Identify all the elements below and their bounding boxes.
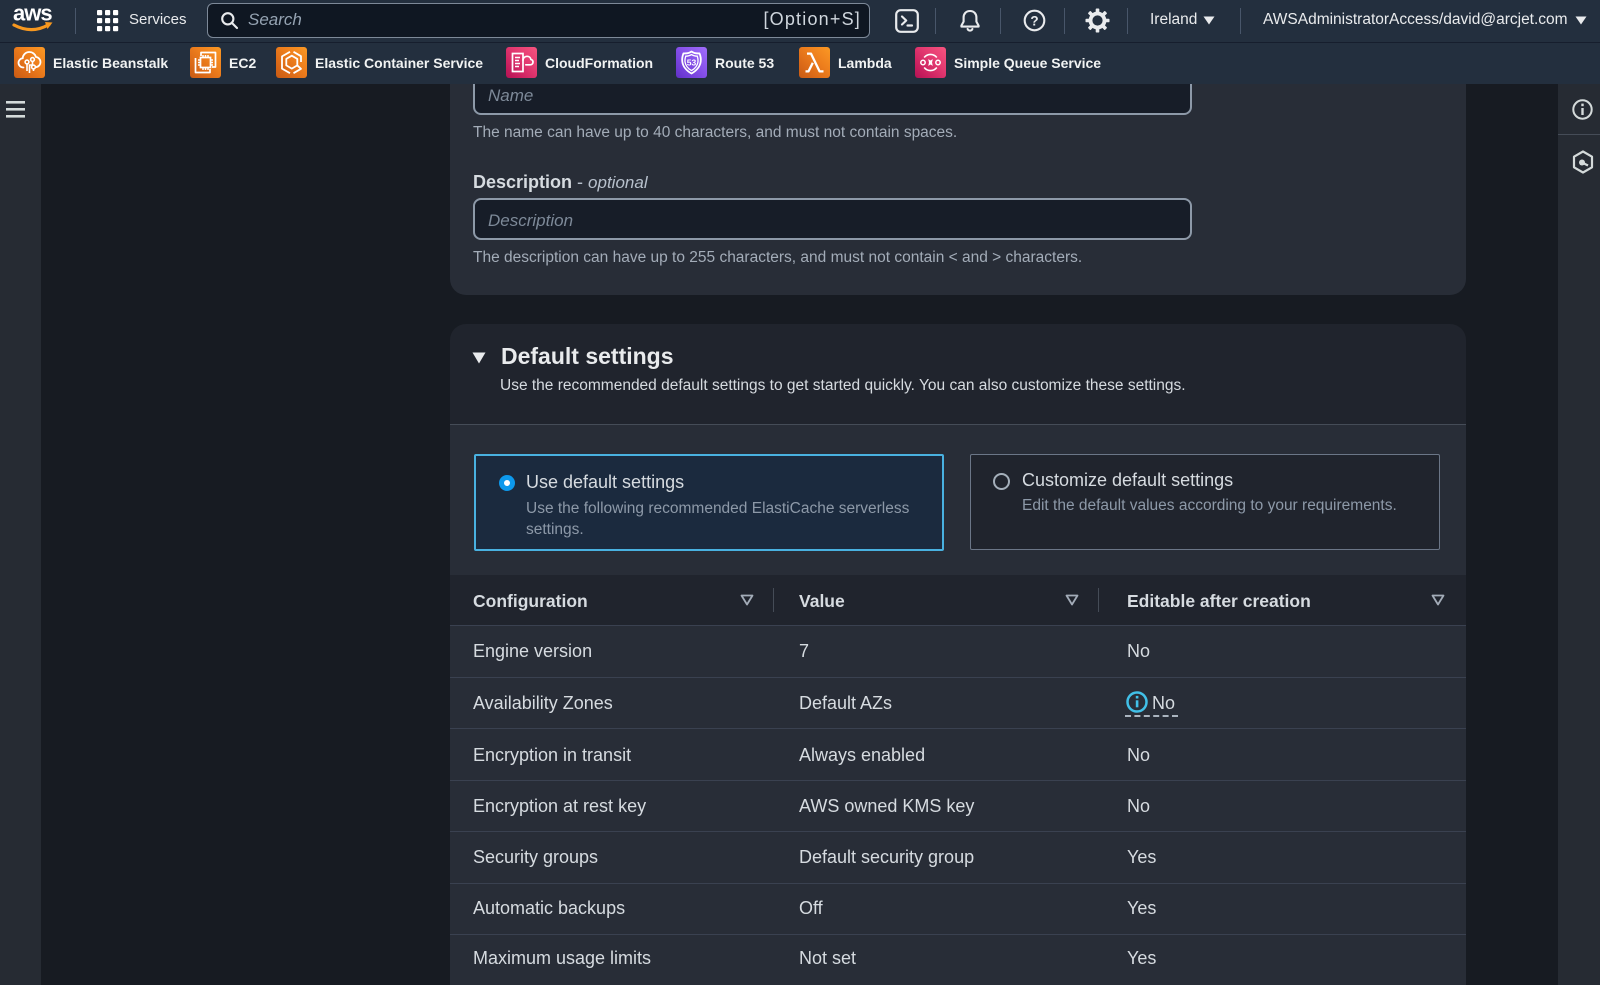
svg-text:?: ? [1030,13,1038,28]
svg-text:53: 53 [687,57,697,67]
